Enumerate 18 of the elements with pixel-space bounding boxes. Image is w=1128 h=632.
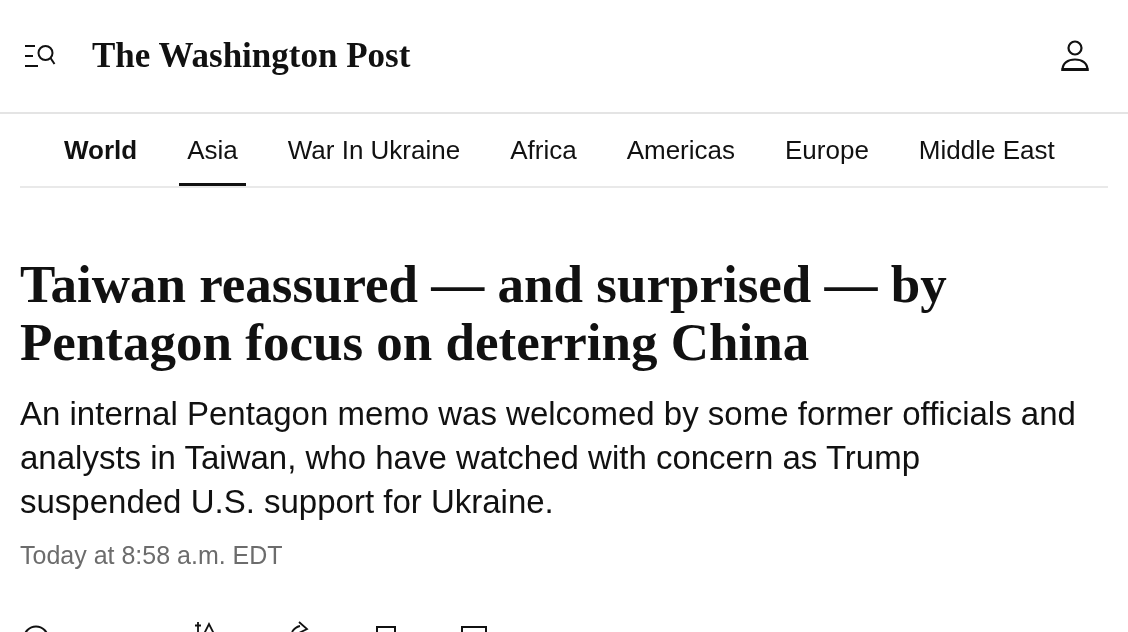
nav-tab[interactable]: Americas <box>618 114 743 186</box>
nav-tab[interactable]: World <box>56 114 146 186</box>
publish-time: Today at 8:58 a.m. EDT <box>20 540 284 570</box>
article-headline: Taiwan reassured — and surprised — by Pentagon focus on deterring China <box>20 255 948 371</box>
article-summary: An internal Pentagon memo was welcomed by some former officials and analysts in Taiwan, who have watched with concern as Trump suspended U.S. support for Ukraine. <box>20 394 1077 522</box>
text-size-icon[interactable] <box>194 622 216 632</box>
comment-icon[interactable] <box>461 626 487 632</box>
nav-tab[interactable]: War In Ukraine <box>279 114 469 186</box>
user-icon[interactable] <box>1060 40 1090 72</box>
nav-tab[interactable]: Africa <box>502 114 585 186</box>
bookmark-icon[interactable] <box>376 626 396 632</box>
nav-tab[interactable]: Europe <box>777 114 877 186</box>
nav-tab[interactable]: Asia <box>179 114 246 186</box>
nav-tab[interactable]: Middle East <box>910 114 1063 186</box>
share-icon[interactable] <box>290 621 310 632</box>
menu-search-icon[interactable] <box>24 43 56 69</box>
clock-icon <box>23 625 49 632</box>
site-logo[interactable]: The Washington Post <box>92 36 411 76</box>
